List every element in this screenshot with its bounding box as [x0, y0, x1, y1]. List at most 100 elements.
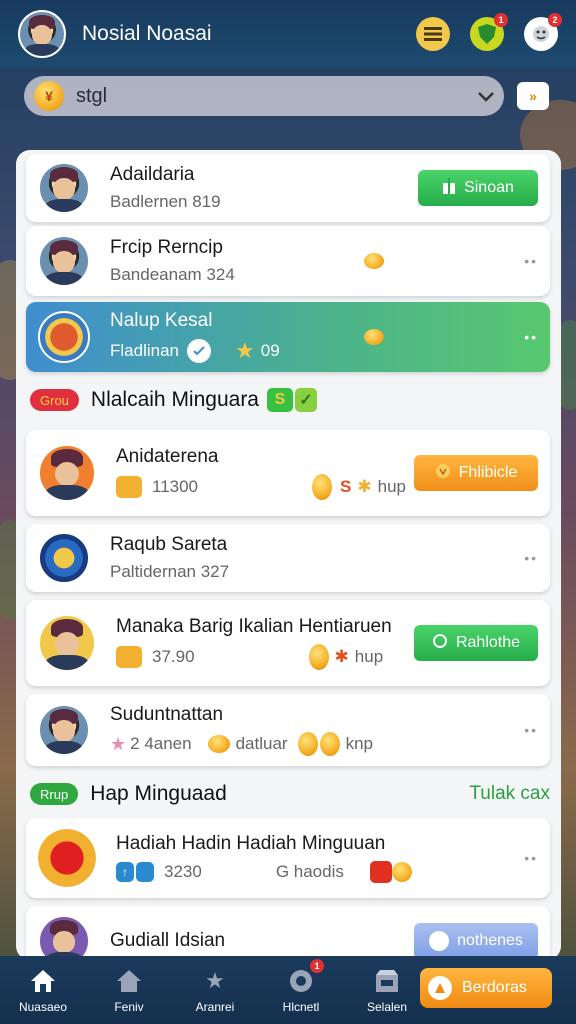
primary-action-button[interactable]: Berdoras	[420, 968, 552, 1008]
item-subtitle: Badlernen 819	[110, 192, 221, 211]
item-value: 37.90	[152, 647, 195, 666]
item-unit: hup	[377, 477, 406, 496]
more-options-icon[interactable]: ••	[524, 329, 538, 345]
house-icon	[114, 967, 144, 995]
shield-icon[interactable]: 1	[470, 13, 508, 51]
list-item[interactable]: Adaildaria Badlernen 819 Sinoan	[26, 154, 550, 222]
coin-icon	[207, 735, 230, 753]
more-options-icon[interactable]: ••	[524, 722, 538, 738]
claim-button[interactable]: Rahlothe	[414, 625, 538, 661]
nav-label: Feniv	[114, 999, 144, 1014]
trophy-icon: 1	[286, 958, 324, 995]
star-icon: ★	[110, 733, 127, 754]
coin-icon	[391, 862, 412, 882]
guild-icon	[38, 532, 90, 584]
avatar	[38, 915, 90, 960]
chest-icon	[369, 861, 392, 883]
boost-icon: ↑	[116, 862, 134, 882]
list-item[interactable]: Suduntnattan ★ 2 4anen datluar knp ••	[26, 694, 550, 766]
badge-icon: S	[267, 388, 293, 412]
list-item[interactable]: Manaka Barig Ikalian Hentiaruen 37.90 ✱ …	[26, 600, 550, 686]
item-unit: knp	[345, 734, 373, 753]
filter-dropdown[interactable]: ¥ stgl	[24, 76, 504, 116]
item-name: Manaka Barig Ikalian Hentiaruen	[116, 616, 392, 637]
action-button[interactable]: nothenes	[414, 923, 538, 959]
nav-label: Nuasaeo	[18, 999, 68, 1014]
nav-item-star[interactable]: ★ Aranrei	[172, 967, 258, 1014]
item-name: Frcip Rerncip	[110, 237, 223, 258]
ticket-icon	[136, 862, 154, 882]
item-name: Nalup Kesal	[110, 310, 213, 331]
item-subtitle: Paltidernan 327	[110, 562, 230, 581]
home-icon	[28, 967, 58, 995]
section-tag: Grou	[30, 389, 79, 411]
chest-icon	[116, 646, 142, 668]
nav-item-trophy[interactable]: 1 Hlcnetl	[258, 958, 344, 1014]
cta-label: Berdoras	[462, 979, 527, 996]
list-item[interactable]: Anidaterena 11300 S ✱ hup Fhlibicle	[26, 430, 550, 516]
coin-label: S	[340, 477, 352, 496]
coin-icon	[319, 732, 340, 756]
profile-avatar[interactable]	[18, 10, 66, 58]
coin-icon	[364, 253, 385, 269]
item-name: Anidaterena	[116, 446, 219, 467]
more-options-icon[interactable]: ••	[524, 550, 538, 566]
star-icon: ✱	[357, 477, 372, 496]
item-name: Suduntnattan	[110, 704, 224, 725]
app-header: Nosial Noasai 1 2	[0, 0, 576, 68]
filter-label: stgl	[76, 84, 108, 107]
coin-icon	[308, 644, 329, 670]
trophy-icon	[435, 463, 451, 484]
star-icon: ★	[235, 338, 255, 363]
list-item[interactable]: Hadiah Hadin Hadiah Minguuan ↑ 3230 G ha…	[26, 818, 550, 898]
join-button[interactable]: Sinoan	[418, 170, 538, 206]
more-options-icon[interactable]: ••	[524, 850, 538, 866]
checkmark-icon: ✓	[295, 388, 317, 412]
profile-badge: 2	[548, 13, 562, 27]
list-item[interactable]: Gudiall Idsian nothenes	[26, 906, 550, 960]
item-badge: 2 4anen	[130, 734, 192, 753]
section-title: Hap Minguaad	[90, 782, 227, 805]
badge-icon[interactable]: 2	[524, 13, 562, 51]
app-title: Nosial Noasai	[82, 22, 212, 45]
claim-button[interactable]: Fhlibicle	[414, 455, 538, 491]
avatar	[38, 162, 90, 214]
side-action-button[interactable]: »	[517, 82, 549, 110]
list-item[interactable]: Raqub Sareta Paltidernan 327 ••	[26, 524, 550, 592]
item-label: datluar	[235, 734, 288, 753]
coin-icon	[297, 732, 318, 756]
leaderboard-panel: Adaildaria Badlernen 819 Sinoan Frcip Re…	[16, 150, 561, 960]
menu-icon[interactable]	[416, 17, 450, 51]
item-name: Gudiall Idsian	[110, 930, 226, 951]
shop-icon	[372, 967, 402, 995]
star-icon: ★	[205, 967, 225, 993]
avatar	[38, 704, 90, 756]
item-value: 3230	[164, 862, 202, 881]
section-tag: Rrup	[30, 783, 79, 805]
section-header: Grou Nlalcaih Minguara S ✓	[30, 380, 550, 420]
section-title: Nlalcaih Minguara	[90, 388, 259, 411]
nav-item-home[interactable]: Nuasaeo	[0, 967, 86, 1014]
coin-icon	[364, 329, 385, 345]
item-name: Adaildaria	[110, 164, 195, 185]
list-item[interactable]: Frcip Rerncip Bandeanam 324 ••	[26, 226, 550, 296]
check-icon	[187, 339, 211, 363]
item-unit: hup	[354, 647, 384, 666]
nav-label: Aranrei	[195, 999, 235, 1014]
more-options-icon[interactable]: ••	[524, 253, 538, 269]
bottom-navigation: Nuasaeo Feniv ★ Aranrei 1 Hlcnetl Selale…	[0, 956, 576, 1024]
nav-badge: 1	[314, 960, 320, 971]
item-value: 11300	[152, 477, 199, 496]
nav-item-house[interactable]: Feniv	[86, 967, 172, 1014]
item-name: Hadiah Hadin Hadiah Minguuan	[116, 833, 386, 854]
people-icon	[429, 931, 450, 951]
nav-item-shop[interactable]: Selalen	[344, 967, 430, 1014]
rocket-icon	[428, 976, 452, 1000]
avatar	[38, 235, 90, 287]
list-item-highlighted[interactable]: Nalup Kesal Fladlinan ★ 09 ••	[26, 302, 550, 372]
see-all-link[interactable]: Tulak cax	[469, 783, 550, 805]
item-subtitle: Fladlinan	[110, 341, 179, 360]
coin-icon: ¥	[34, 81, 64, 111]
chest-icon	[116, 476, 142, 498]
star-icon: ✱	[334, 647, 349, 666]
